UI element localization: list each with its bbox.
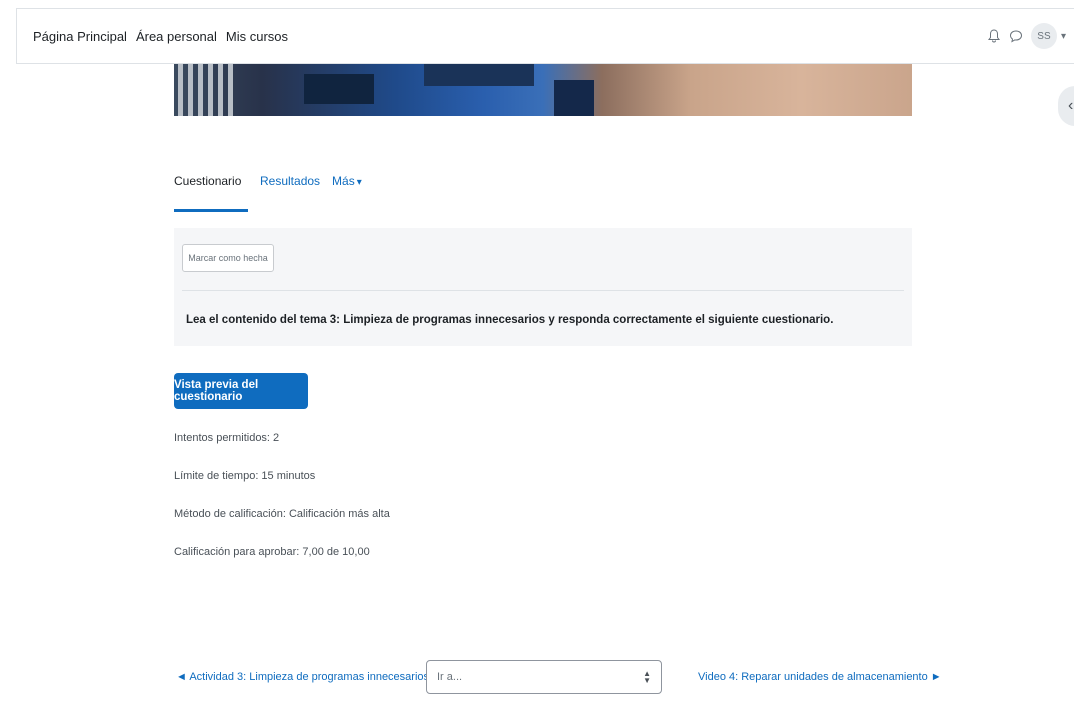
attempts-allowed: Intentos permitidos: 2 xyxy=(174,432,280,444)
jump-to-value: Ir a... xyxy=(437,671,463,683)
chat-icon[interactable] xyxy=(1009,28,1023,44)
activity-header: Marcar como hecha Lea el contenido del t… xyxy=(174,228,912,346)
secondary-navigation: Cuestionario Resultados Más ▾ xyxy=(174,166,374,212)
nav-link-home[interactable]: Página Principal xyxy=(33,29,127,44)
tab-results[interactable]: Resultados xyxy=(260,166,320,212)
tab-label: Resultados xyxy=(260,174,321,188)
navbar-user-area: SS ▾ xyxy=(987,23,1066,49)
previous-activity-link[interactable]: ◄ Actividad 3: Limpieza de programas inn… xyxy=(176,671,429,683)
activity-description: Lea el contenido del tema 3: Limpieza de… xyxy=(186,314,834,326)
nav-link-dashboard[interactable]: Área personal xyxy=(136,29,217,44)
select-arrows-icon: ▲ ▼ xyxy=(643,669,651,685)
tab-more[interactable]: Más ▾ xyxy=(332,166,362,212)
chevron-left-icon: ‹ xyxy=(1068,97,1074,114)
grading-method: Método de calificación: Calificación más… xyxy=(174,508,390,520)
user-menu[interactable]: SS ▾ xyxy=(1030,23,1066,49)
avatar: SS xyxy=(1030,23,1057,49)
next-activity-link[interactable]: Video 4: Reparar unidades de almacenamie… xyxy=(698,671,942,683)
chevron-down-icon: ▾ xyxy=(356,177,362,188)
time-limit: Límite de tiempo: 15 minutos xyxy=(174,470,316,482)
chevron-down-icon: ▾ xyxy=(1060,30,1066,42)
preview-quiz-button[interactable]: Vista previa del cuestionario xyxy=(174,373,308,409)
tab-quiz[interactable]: Cuestionario xyxy=(174,166,248,212)
course-header-image xyxy=(174,64,912,116)
nav-link-my-courses[interactable]: Mis cursos xyxy=(226,29,288,44)
passing-grade: Calificación para aprobar: 7,00 de 10,00 xyxy=(174,546,370,558)
jump-to-select[interactable]: Ir a... ▲ ▼ xyxy=(426,660,662,694)
mark-as-done-button[interactable]: Marcar como hecha xyxy=(182,244,274,272)
tab-label: Cuestionario xyxy=(174,174,242,188)
divider xyxy=(182,290,904,291)
bell-icon[interactable] xyxy=(987,28,1001,44)
tab-label: Más xyxy=(332,174,355,188)
top-navbar: Página Principal Área personal Mis curso… xyxy=(16,8,1074,64)
drawer-toggle-button[interactable]: ‹ xyxy=(1058,86,1074,126)
